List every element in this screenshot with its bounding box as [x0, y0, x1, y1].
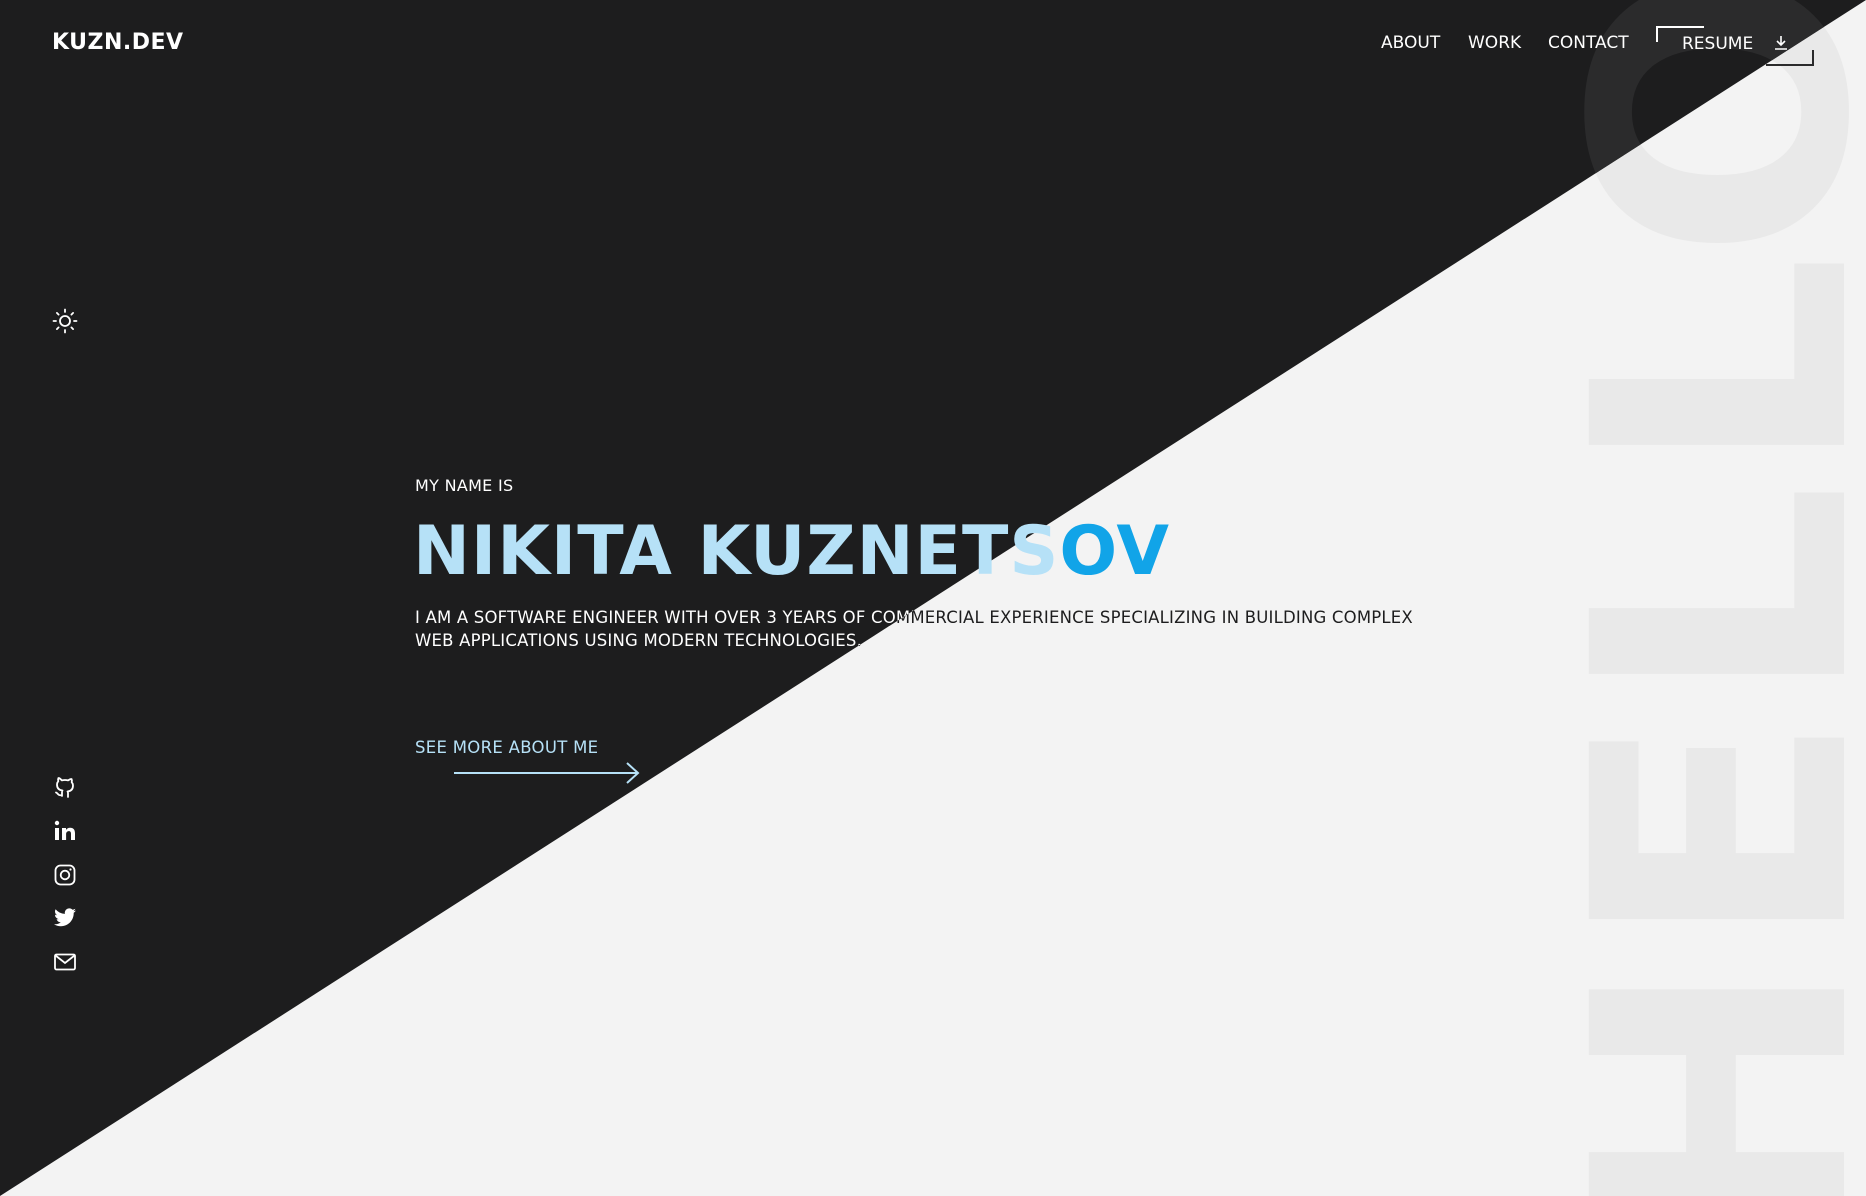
sun-icon[interactable] [52, 308, 78, 334]
hero-name: NIKITA KUZNETSOV [413, 512, 1170, 591]
github-icon[interactable] [53, 775, 77, 799]
linkedin-icon[interactable] [53, 819, 77, 843]
download-icon [1775, 36, 1787, 50]
arrow-right-icon[interactable] [454, 762, 640, 784]
resume-label: RESUME [1682, 34, 1754, 54]
hero-name-part2: OV [1059, 512, 1170, 591]
nav-contact[interactable]: CONTACT [1548, 33, 1629, 53]
resume-corner-bottom [1766, 50, 1814, 66]
mail-icon[interactable] [53, 950, 77, 974]
see-more-link[interactable]: SEE MORE ABOUT ME [415, 738, 598, 757]
nav-about[interactable]: ABOUT [1381, 33, 1440, 53]
instagram-icon[interactable] [53, 863, 77, 887]
nav-work[interactable]: WORK [1468, 33, 1521, 53]
hero-intro: MY NAME IS [415, 476, 514, 495]
hero-name-part1: NIKITA KUZNETS [413, 512, 1060, 591]
resume-button[interactable]: RESUME [1656, 26, 1814, 66]
site-logo[interactable]: KUZN.DEV [52, 30, 184, 55]
twitter-icon[interactable] [53, 906, 77, 930]
